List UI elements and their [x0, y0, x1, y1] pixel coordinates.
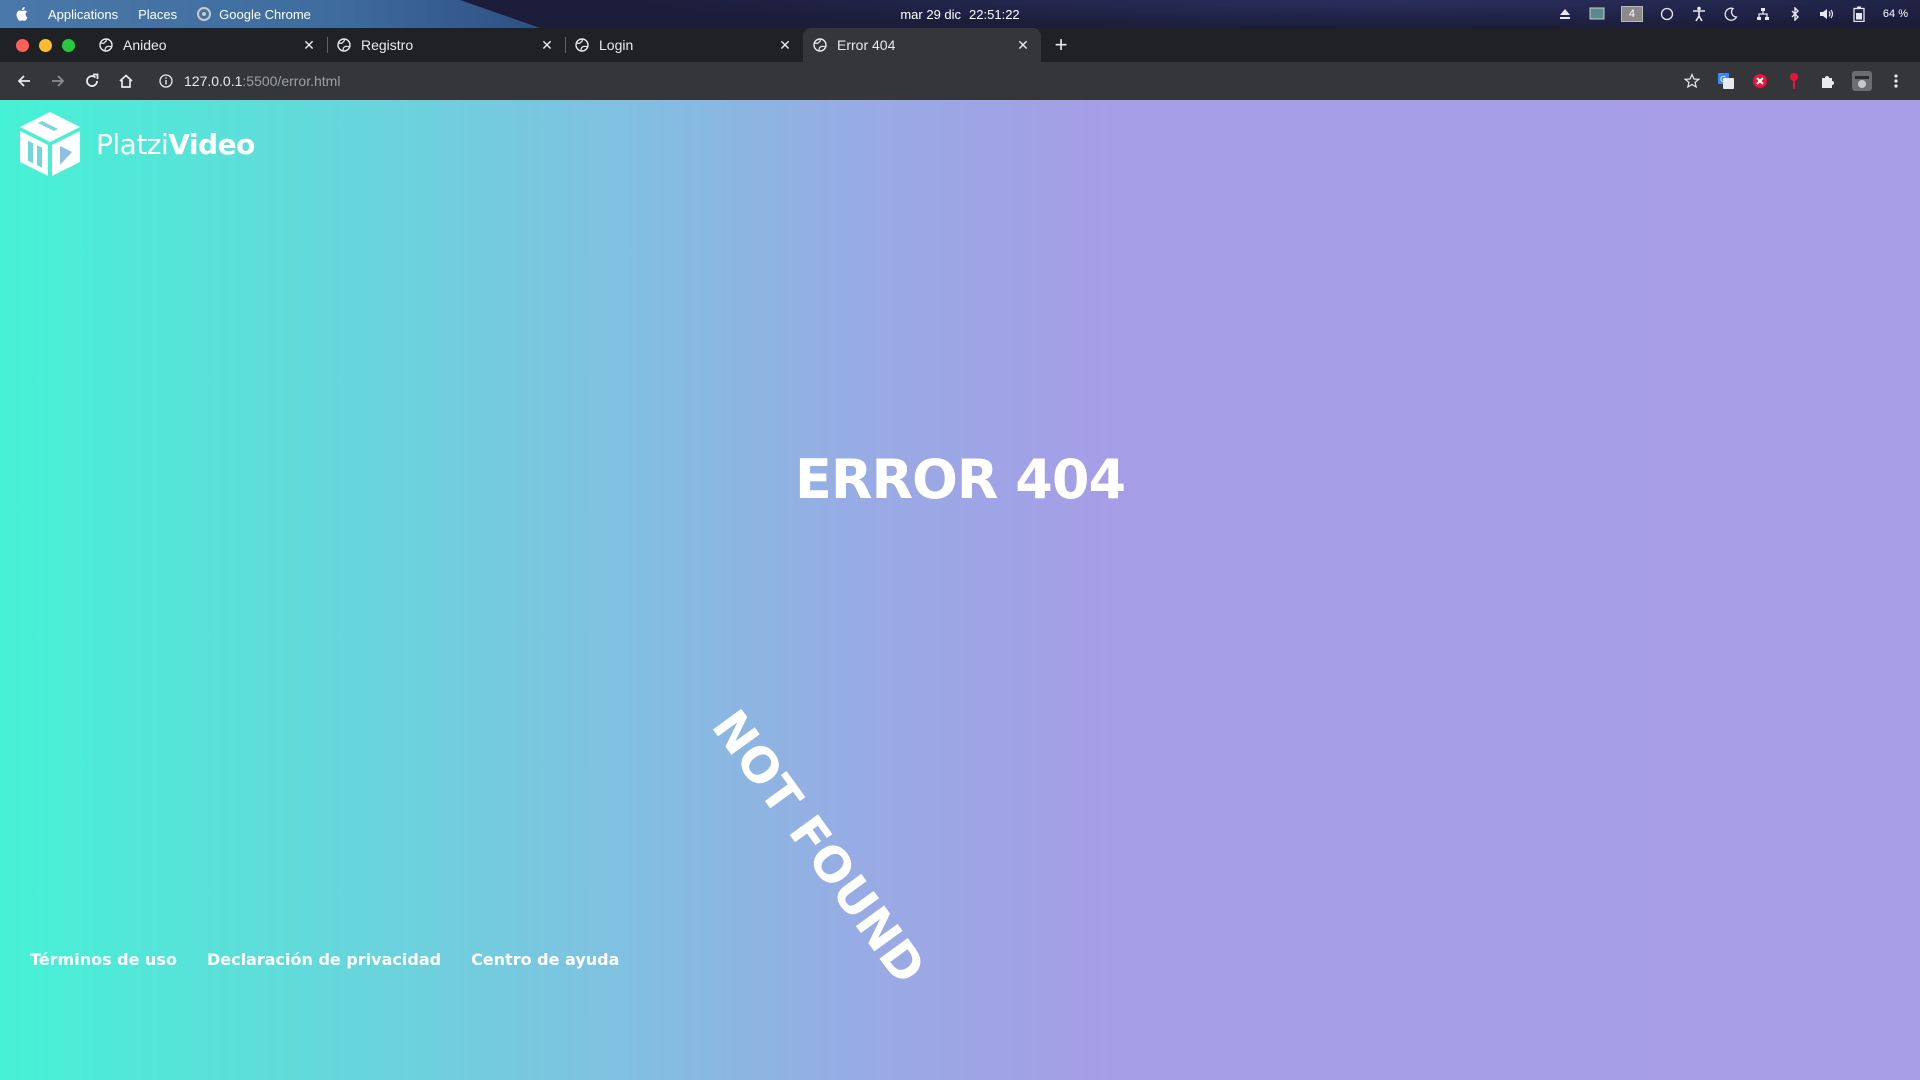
svg-text:G: G — [1720, 75, 1726, 84]
platzi-video-logo[interactable]: PlatziVideo — [16, 110, 255, 178]
moon-icon[interactable] — [1723, 6, 1739, 22]
page-viewport: PlatziVideo ERROR 404 NOT FOUND Términos… — [0, 100, 1920, 1080]
error-title: ERROR 404 — [794, 448, 1126, 511]
home-icon — [119, 74, 133, 88]
battery-icon[interactable] — [1851, 6, 1867, 22]
translate-extension-icon[interactable]: G — [1712, 67, 1740, 95]
brand-name-light: Platzi — [96, 127, 169, 161]
window-controls — [0, 28, 89, 62]
brand-name-bold: Video — [168, 127, 255, 161]
extensions-puzzle-icon[interactable] — [1814, 67, 1842, 95]
help-center-link[interactable]: Centro de ayuda — [471, 950, 619, 969]
privacy-link[interactable]: Declaración de privacidad — [207, 950, 441, 969]
network-icon[interactable] — [1755, 6, 1771, 22]
minimize-window-button[interactable] — [39, 38, 52, 52]
tab-title: Login — [599, 37, 634, 53]
globe-icon — [813, 38, 827, 52]
eject-icon[interactable] — [1557, 6, 1573, 22]
cube-logo-icon — [20, 112, 80, 176]
footer-links: Términos de uso Declaración de privacida… — [30, 950, 619, 969]
browser-toolbar: 127.0.0.1:5500/error.html G — [0, 62, 1920, 100]
tab-anideo[interactable]: Anideo ✕ — [89, 28, 327, 62]
info-icon[interactable] — [158, 73, 174, 89]
tab-title: Error 404 — [837, 37, 896, 53]
close-window-button[interactable] — [16, 38, 29, 52]
address-bar[interactable]: 127.0.0.1:5500/error.html — [146, 66, 1672, 96]
arrow-right-icon — [52, 75, 65, 87]
close-tab-icon[interactable]: ✕ — [539, 37, 555, 53]
system-tray: 4 64 % — [1557, 0, 1908, 28]
forward-button[interactable] — [44, 67, 72, 95]
browser-tabstrip: Anideo ✕ Registro ✕ Login ✕ Error 404 ✕ … — [0, 28, 1920, 62]
clock-time: 22:51:22 — [969, 6, 1020, 22]
globe-icon — [337, 38, 351, 52]
arrow-left-icon — [17, 75, 30, 87]
tab-login[interactable]: Login ✕ — [565, 28, 803, 62]
pin-extension-icon[interactable] — [1780, 67, 1808, 95]
menu-kebab-icon[interactable] — [1882, 67, 1910, 95]
brand-name: PlatziVideo — [96, 128, 255, 161]
maximize-window-button[interactable] — [62, 38, 75, 52]
tab-title: Anideo — [123, 37, 167, 53]
screen-icon[interactable] — [1589, 6, 1605, 22]
blocker-extension-icon[interactable] — [1746, 67, 1774, 95]
tab-registro[interactable]: Registro ✕ — [327, 28, 565, 62]
tab-title: Registro — [361, 37, 414, 53]
not-found-rotated-text: NOT FOUND — [700, 700, 936, 995]
close-tab-icon[interactable]: ✕ — [1015, 37, 1031, 53]
reload-icon — [86, 73, 99, 87]
battery-percentage: 64 % — [1882, 8, 1908, 20]
profile-avatar[interactable] — [1848, 67, 1876, 95]
system-top-panel: Applications Places Google Chrome mar 29… — [0, 0, 1920, 28]
terms-link[interactable]: Términos de uso — [30, 950, 177, 969]
globe-icon — [575, 38, 589, 52]
clock-date: mar 29 dic — [900, 6, 962, 22]
workspace-indicator[interactable]: 4 — [1620, 6, 1643, 22]
new-tab-button[interactable]: + — [1047, 28, 1075, 62]
tab-error-404[interactable]: Error 404 ✕ — [803, 28, 1041, 62]
home-button[interactable] — [112, 67, 140, 95]
circle-icon[interactable] — [1659, 6, 1675, 22]
close-tab-icon[interactable]: ✕ — [301, 37, 317, 53]
url-path: :5500/error.html — [242, 73, 341, 89]
close-tab-icon[interactable]: ✕ — [777, 37, 793, 53]
url-text: 127.0.0.1:5500/error.html — [184, 73, 340, 89]
bookmark-star-icon[interactable] — [1678, 67, 1706, 95]
accessibility-icon[interactable] — [1691, 6, 1707, 22]
bluetooth-icon[interactable] — [1787, 6, 1803, 22]
volume-icon[interactable] — [1819, 6, 1835, 22]
globe-icon — [99, 38, 113, 52]
url-host: 127.0.0.1 — [184, 73, 243, 89]
back-button[interactable] — [10, 67, 38, 95]
reload-button[interactable] — [78, 67, 106, 95]
